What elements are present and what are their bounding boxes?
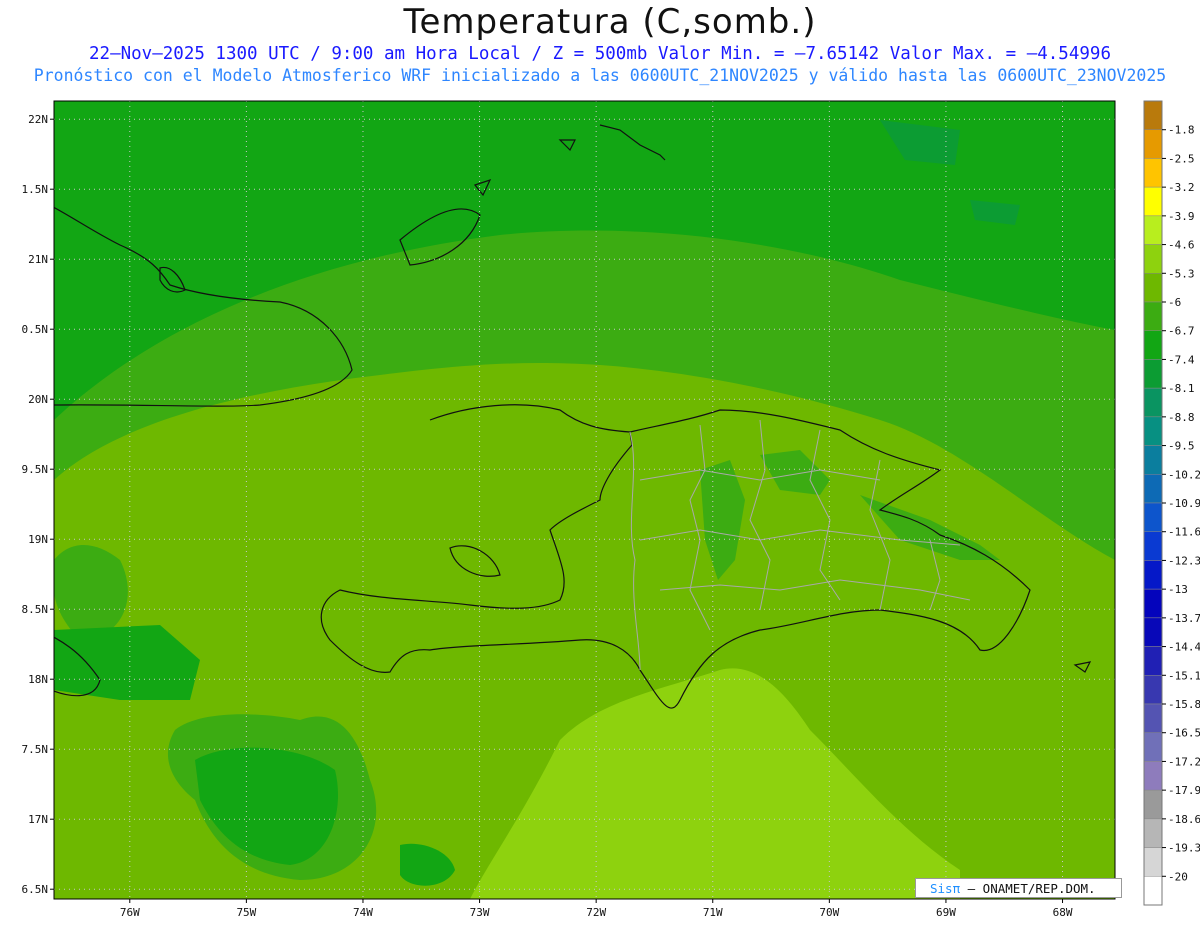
lat-label: 0.5N (22, 323, 49, 336)
color-swatch (1143, 215, 1163, 245)
color-swatch (1143, 588, 1163, 619)
color-swatch (1143, 818, 1163, 848)
legend-label: -15.1 (1168, 669, 1200, 682)
legend-label: -10.2 (1168, 468, 1200, 481)
color-swatch (1143, 273, 1163, 303)
forecast-map: 22N 1.5N 21N 0.5N 20N 9.5N 19N 8.5N 18N 7.5N 17N 6.… (22, 100, 1200, 919)
color-swatch (1143, 761, 1163, 791)
legend-label: -1.8 (1168, 124, 1195, 137)
color-swatch (1143, 186, 1163, 217)
legend-label: -10.9 (1168, 497, 1200, 510)
legend-label: -13.7 (1168, 612, 1200, 625)
legend-label: -6.7 (1168, 325, 1195, 338)
legend-label: -15.8 (1168, 698, 1200, 711)
legend-label: -14.4 (1168, 641, 1200, 654)
legend-label: -16.5 (1168, 727, 1200, 740)
lon-label: 70W (819, 906, 839, 919)
temperature-shading (54, 101, 1115, 899)
legend-label: -19.3 (1168, 842, 1200, 855)
lon-label: 68W (1053, 906, 1073, 919)
legend-label: -8.8 (1168, 411, 1195, 424)
legend-label: -5.3 (1168, 267, 1195, 280)
lon-label: 73W (470, 906, 490, 919)
lat-label: 8.5N (22, 603, 49, 616)
legend-label: -13 (1168, 583, 1188, 596)
legend-label: -8.1 (1168, 382, 1195, 395)
legend-label: -11.6 (1168, 526, 1200, 539)
lon-label: 74W (353, 906, 373, 919)
lat-label: 7.5N (22, 743, 49, 756)
legend-label: -17.9 (1168, 784, 1200, 797)
legend-label: -17.2 (1168, 755, 1200, 768)
color-swatch (1143, 531, 1163, 561)
lon-label: 72W (586, 906, 606, 919)
lon-label: 71W (703, 906, 723, 919)
color-swatch (1143, 158, 1163, 188)
color-swatch (1143, 416, 1163, 446)
color-scale: -1.8 -2.5 -3.2 -3.9 -4.6 -5.3 -6 -6.7 -7.4 -8.1 -8… (1143, 100, 1200, 906)
lat-label: 20N (28, 393, 48, 406)
lon-label: 75W (236, 906, 256, 919)
legend-label: -18.6 (1168, 813, 1200, 826)
legend-label: -6 (1168, 296, 1181, 309)
lat-label: 19N (28, 533, 48, 546)
color-swatch (1143, 330, 1163, 360)
color-swatch (1143, 560, 1163, 590)
color-swatch (1143, 847, 1163, 877)
legend-label: -20 (1168, 870, 1188, 883)
color-swatch (1143, 789, 1163, 820)
color-swatch (1143, 100, 1163, 130)
color-swatch (1143, 445, 1163, 475)
lat-label: 21N (28, 253, 48, 266)
longitude-labels: 76W 75W 74W 73W 72W 71W 70W 69W 68W (120, 899, 1073, 919)
legend-label: -3.9 (1168, 210, 1195, 223)
color-swatch (1143, 301, 1163, 331)
credit-box: Sisπ – ONAMET/REP.DOM. (915, 878, 1122, 898)
legend-label: -2.5 (1168, 152, 1195, 165)
color-swatch (1143, 474, 1163, 504)
lat-label: 18N (28, 673, 48, 686)
color-swatch (1143, 502, 1163, 532)
color-swatch (1143, 359, 1163, 389)
lat-label: 22N (28, 113, 48, 126)
color-swatch (1143, 703, 1163, 733)
legend-label: -12.3 (1168, 554, 1200, 567)
color-swatch (1143, 617, 1163, 647)
lat-label: 6.5N (22, 883, 49, 896)
lat-label: 17N (28, 813, 48, 826)
color-swatch (1143, 675, 1163, 705)
legend-label: -3.2 (1168, 181, 1195, 194)
latitude-labels: 22N 1.5N 21N 0.5N 20N 9.5N 19N 8.5N 18N 7.5N 17N 6.… (22, 113, 54, 896)
lat-label: 9.5N (22, 463, 49, 476)
legend-label: -9.5 (1168, 440, 1195, 453)
lon-label: 69W (936, 906, 956, 919)
lon-label: 76W (120, 906, 140, 919)
color-swatch (1143, 387, 1163, 418)
credit-brand: Sisπ (930, 881, 961, 896)
color-swatch (1143, 646, 1163, 676)
legend-label: -7.4 (1168, 353, 1195, 366)
color-swatch (1143, 876, 1163, 906)
lat-label: 1.5N (22, 183, 49, 196)
color-swatch (1143, 129, 1163, 159)
legend-label: -4.6 (1168, 239, 1195, 252)
color-swatch (1143, 732, 1163, 762)
color-swatch (1143, 244, 1163, 274)
credit-text: – ONAMET/REP.DOM. (960, 881, 1096, 896)
